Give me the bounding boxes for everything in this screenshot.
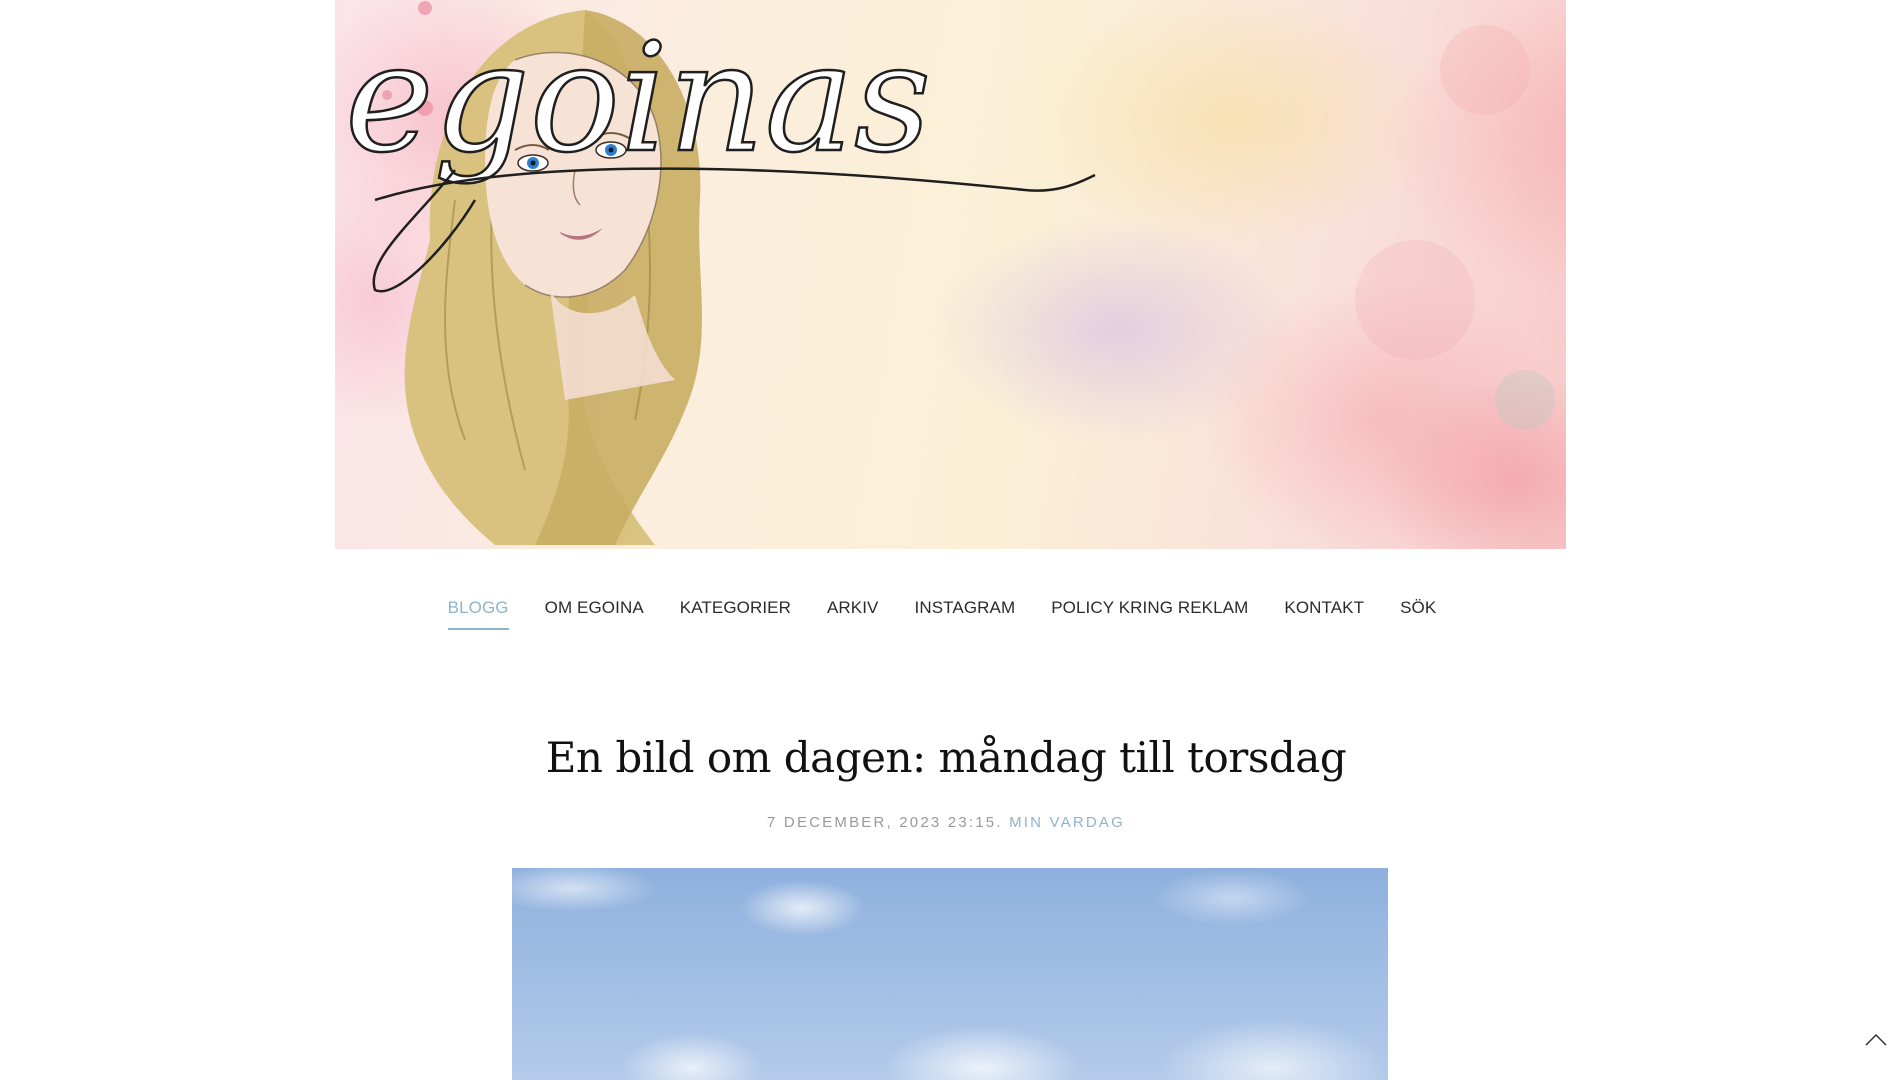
nav-item-instagram[interactable]: INSTAGRAM — [915, 598, 1016, 628]
header-banner[interactable]: egoinas — [335, 0, 1566, 549]
nav-item-kategorier[interactable]: KATEGORIER — [680, 598, 791, 628]
chevron-up-icon — [1865, 1033, 1887, 1046]
nav-item-om-egoina[interactable]: OM EGOINA — [545, 598, 644, 628]
nav-list: BLOGG OM EGOINA KATEGORIER ARKIV INSTAGR… — [430, 598, 1455, 630]
nav-item-blogg[interactable]: BLOGG — [447, 598, 509, 630]
logo-script: egoinas — [344, 11, 1096, 293]
nav-item-arkiv[interactable]: ARKIV — [827, 598, 879, 628]
nav-item-policy-kring-reklam[interactable]: POLICY KRING REKLAM — [1051, 598, 1248, 628]
post-meta: 7 DECEMBER, 2023 23:15. MIN VARDAG — [0, 814, 1892, 831]
post-image — [512, 868, 1388, 1080]
scroll-to-top-button[interactable] — [1864, 1030, 1888, 1048]
main-navigation: BLOGG OM EGOINA KATEGORIER ARKIV INSTAGR… — [0, 598, 1892, 630]
page: egoinas BLOGG OM EGOINA KATEGORIER ARKIV… — [0, 0, 1892, 1080]
post-category-link[interactable]: MIN VARDAG — [1009, 814, 1125, 831]
post-title[interactable]: En bild om dagen: måndag till torsdag — [0, 733, 1892, 782]
nav-item-kontakt[interactable]: KONTAKT — [1284, 598, 1364, 628]
nav-item-sok[interactable]: SÖK — [1400, 598, 1436, 628]
svg-text:egoinas: egoinas — [345, 12, 931, 186]
post-date: 7 DECEMBER, 2023 23:15. — [767, 814, 1003, 831]
